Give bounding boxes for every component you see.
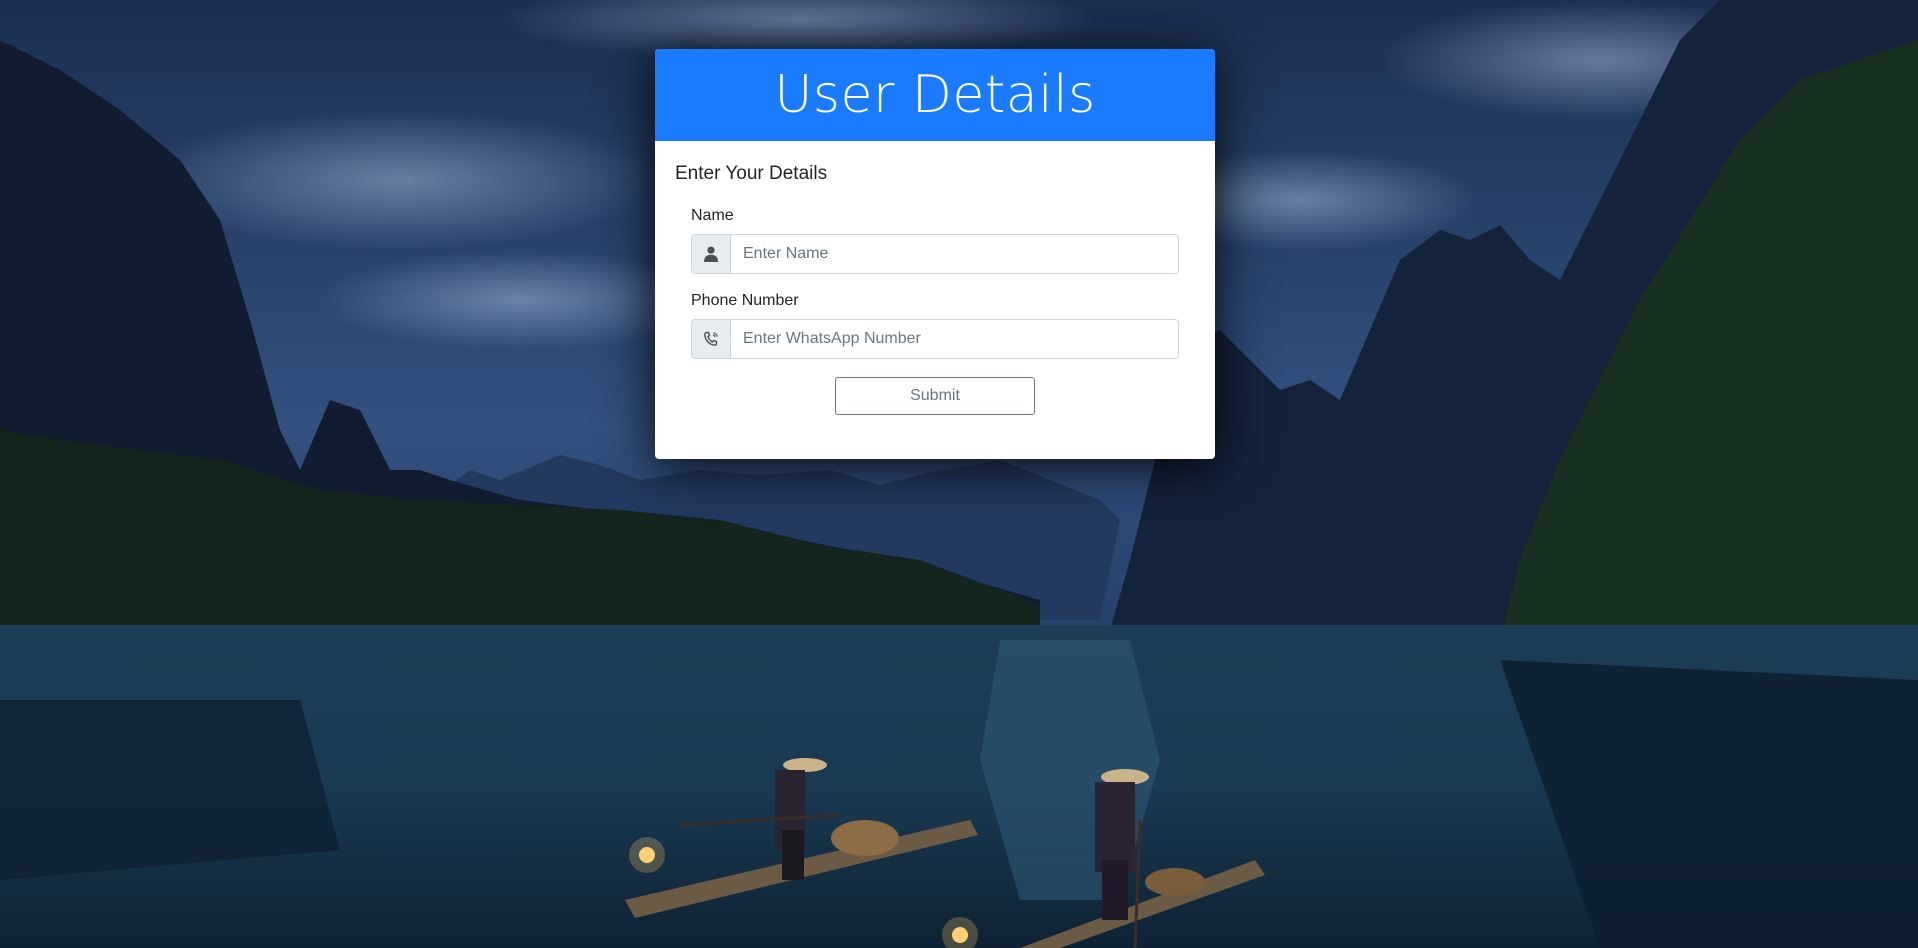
page: User Details Enter Your Details Name P	[0, 0, 1918, 948]
phone-input[interactable]	[731, 320, 1178, 358]
phone-icon	[692, 320, 731, 358]
name-label: Name	[691, 207, 734, 224]
submit-button[interactable]: Submit	[835, 377, 1035, 415]
name-input-group	[691, 234, 1179, 274]
name-field-group: Name	[691, 207, 1179, 274]
form-subtitle: Enter Your Details	[675, 163, 828, 184]
user-icon	[692, 235, 731, 273]
phone-input-group	[691, 319, 1179, 359]
submit-row: Submit	[675, 377, 1195, 415]
name-input[interactable]	[731, 235, 1178, 273]
user-details-card: User Details Enter Your Details Name P	[655, 49, 1215, 459]
phone-label: Phone Number	[691, 292, 799, 309]
card-body: Enter Your Details Name Phone Number	[655, 141, 1215, 415]
phone-field-group: Phone Number	[691, 292, 1179, 359]
page-title: User Details	[774, 65, 1096, 125]
card-header: User Details	[655, 49, 1215, 141]
